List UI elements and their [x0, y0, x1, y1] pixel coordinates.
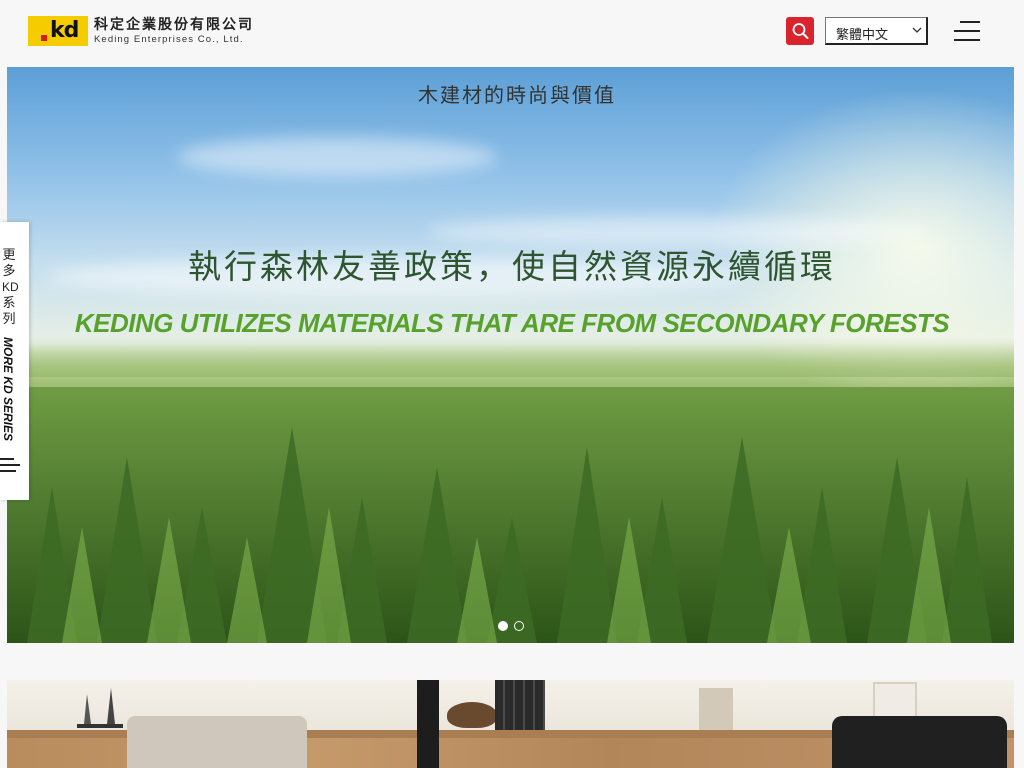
logo-text: 科定企業股份有限公司 Keding Enterprises Co., Ltd.: [94, 17, 254, 45]
interior-box: [699, 688, 733, 730]
menu-line: [954, 30, 980, 32]
side-tab-char: 多: [2, 263, 16, 278]
interior-vase: [447, 702, 497, 728]
menu-line: [954, 39, 980, 41]
chevron-down-icon: [912, 27, 922, 33]
interior-chair: [127, 716, 307, 768]
site-header: kd 科定企業股份有限公司 Keding Enterprises Co., Lt…: [0, 0, 1024, 66]
company-name-en: Keding Enterprises Co., Ltd.: [94, 34, 244, 46]
search-button[interactable]: [786, 17, 814, 45]
side-tab-label-zh: 更 多 KD 系 列: [2, 247, 19, 327]
language-select[interactable]: 繁體中文: [825, 17, 928, 45]
side-tab-char: 列: [2, 311, 16, 326]
hero-title: 執行森林友善政策，使自然資源永續循環: [188, 247, 836, 286]
more-kd-series-tab[interactable]: 更 多 KD 系 列 MORE KD SERIES: [0, 222, 29, 500]
search-icon: [792, 23, 809, 39]
logo-dot: [41, 35, 47, 41]
menu-line: [960, 21, 980, 23]
logo-mark-text: kd: [50, 18, 79, 43]
hamburger-menu-icon[interactable]: [952, 20, 980, 44]
side-tab-char: 系: [2, 295, 16, 310]
hero-subtitle: KEDING UTILIZES MATERIALS THAT ARE FROM …: [74, 308, 950, 338]
interior-sculpture: [77, 688, 123, 728]
company-logo[interactable]: kd 科定企業股份有限公司 Keding Enterprises Co., Lt…: [28, 16, 254, 46]
interior-post: [417, 680, 439, 768]
side-tab-char: KD: [2, 280, 19, 294]
language-selected-value: 繁體中文: [836, 27, 889, 42]
carousel-dot-1[interactable]: [498, 621, 508, 631]
side-tab-char: 更: [2, 247, 16, 262]
hero-banner[interactable]: [7, 67, 1014, 643]
hero-cloud: [177, 137, 497, 177]
hero-forest-image: [7, 387, 1014, 643]
interior-black-chair: [832, 716, 1007, 768]
interior-books: [495, 680, 545, 730]
company-name-zh: 科定企業股份有限公司: [94, 16, 254, 33]
logo-mark: kd: [28, 16, 88, 46]
menu-lines-icon: [0, 458, 22, 474]
carousel-pagination: [498, 621, 524, 631]
side-tab-label-en: MORE KD SERIES: [1, 337, 15, 442]
carousel-dot-2[interactable]: [514, 621, 524, 631]
section2-title: 木建材的時尚與價值: [418, 85, 616, 107]
interior-banner[interactable]: [7, 680, 1014, 768]
